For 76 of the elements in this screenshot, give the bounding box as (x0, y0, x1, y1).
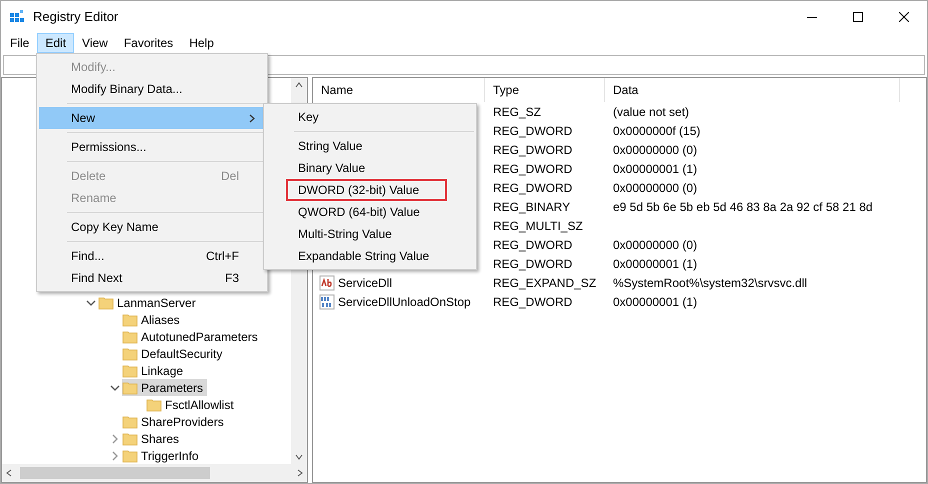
menu-item[interactable]: QWORD (64-bit) Value (286, 201, 448, 223)
value-type: REG_BINARY (492, 198, 572, 216)
scroll-thumb[interactable] (20, 467, 210, 479)
folder-icon (122, 328, 138, 344)
menu-bar-item[interactable]: File (2, 33, 38, 53)
value-type: REG_SZ (492, 104, 542, 120)
value-name[interactable]: ServiceDll (338, 274, 392, 292)
value-type: REG_DWORD (492, 236, 574, 254)
scroll-left-icon[interactable] (6, 469, 12, 477)
value-data: %SystemRoot%\system32\srvsvc.dll (612, 274, 808, 292)
value-data: (value not set) (612, 104, 690, 120)
column-header[interactable]: Type (485, 78, 605, 102)
value-data: 0x00000001 (1) (612, 256, 698, 272)
menu-bar-item[interactable]: Help (181, 33, 222, 53)
menu-item[interactable]: Binary Value (286, 157, 394, 179)
value-type: REG_DWORD (492, 180, 574, 196)
tree-item[interactable]: Aliases (122, 311, 184, 328)
value-type: REG_DWORD (492, 122, 574, 140)
menu-item[interactable]: New (39, 107, 265, 129)
value-data: 0x00000000 (0) (612, 142, 698, 158)
tree-item[interactable]: ShareProviders (122, 413, 228, 430)
value-type: REG_DWORD (492, 160, 574, 178)
menu-item[interactable]: Copy Key Name (39, 216, 265, 238)
menu-item[interactable]: Key (286, 106, 347, 128)
tree-item[interactable]: DefaultSecurity (122, 345, 226, 362)
tree-item[interactable]: AutotunedParameters (122, 328, 262, 345)
menu-bar-item[interactable]: View (74, 33, 116, 53)
menu-item[interactable]: Multi-String Value (286, 223, 420, 245)
scroll-right-icon[interactable] (297, 469, 303, 477)
menu-item[interactable]: DWORD (32-bit) Value (286, 179, 448, 201)
value-data: 0x00000000 (0) (612, 236, 698, 254)
maximize-icon (853, 12, 863, 22)
folder-icon (98, 294, 114, 310)
tree-item[interactable]: Shares (122, 430, 184, 447)
folder-icon (122, 414, 138, 430)
chevron-down-icon[interactable] (86, 298, 96, 308)
value-type: REG_MULTI_SZ (492, 218, 584, 234)
menu-item[interactable]: String Value (286, 135, 390, 157)
menu-bar-item[interactable]: Edit (37, 33, 74, 53)
column-header[interactable]: Name (313, 78, 485, 102)
menu-item[interactable]: Find... Ctrl+F (39, 245, 265, 267)
tree-item[interactable]: LanmanServer (98, 294, 200, 311)
horizontal-scrollbar[interactable] (2, 464, 307, 482)
value-data: e9 5d 5b 6e 5b eb 5d 46 83 8a 2a 92 cf 58 21 8d (612, 198, 873, 216)
scroll-down-icon[interactable] (295, 454, 303, 460)
value-type: REG_DWORD (492, 142, 574, 158)
menu-item[interactable]: Expandable String Value (286, 245, 458, 267)
menu-item[interactable]: Find Next F3 (39, 267, 265, 289)
tree-item[interactable]: Linkage (122, 362, 188, 379)
close-icon (899, 12, 909, 22)
column-header[interactable]: Data (605, 78, 900, 102)
value-data: 0x00000001 (1) (612, 294, 698, 310)
menu-item[interactable]: Modify Binary Data... (39, 78, 265, 100)
chevron-down-icon[interactable] (110, 382, 120, 392)
minimize-icon (807, 16, 817, 18)
value-data: 0x0000000f (15) (612, 122, 700, 140)
tree-item[interactable]: TriggerInfo (122, 447, 203, 464)
folder-icon (122, 312, 138, 328)
value-type: REG_DWORD (492, 294, 574, 310)
string-value-icon (319, 274, 335, 290)
folder-icon (122, 346, 138, 362)
folder-icon (122, 430, 138, 446)
value-data: 0x00000000 (0) (612, 180, 698, 196)
value-type: REG_EXPAND_SZ (492, 274, 598, 292)
window-title: Registry Editor (33, 8, 118, 26)
tree-item[interactable]: Parameters (122, 379, 208, 396)
registry-app-icon (9, 9, 25, 25)
menu-bar-item[interactable]: Favorites (116, 33, 182, 53)
value-data: 0x00000001 (1) (612, 160, 698, 178)
scroll-up-icon[interactable] (295, 82, 303, 88)
folder-icon (122, 380, 138, 396)
value-name[interactable]: ServiceDllUnloadOnStop (338, 292, 471, 310)
menu-item[interactable]: Permissions... (39, 136, 265, 158)
value-type: REG_DWORD (492, 256, 574, 272)
binary-value-icon (319, 294, 335, 310)
tree-item[interactable]: FsctlAllowlist (146, 396, 238, 413)
